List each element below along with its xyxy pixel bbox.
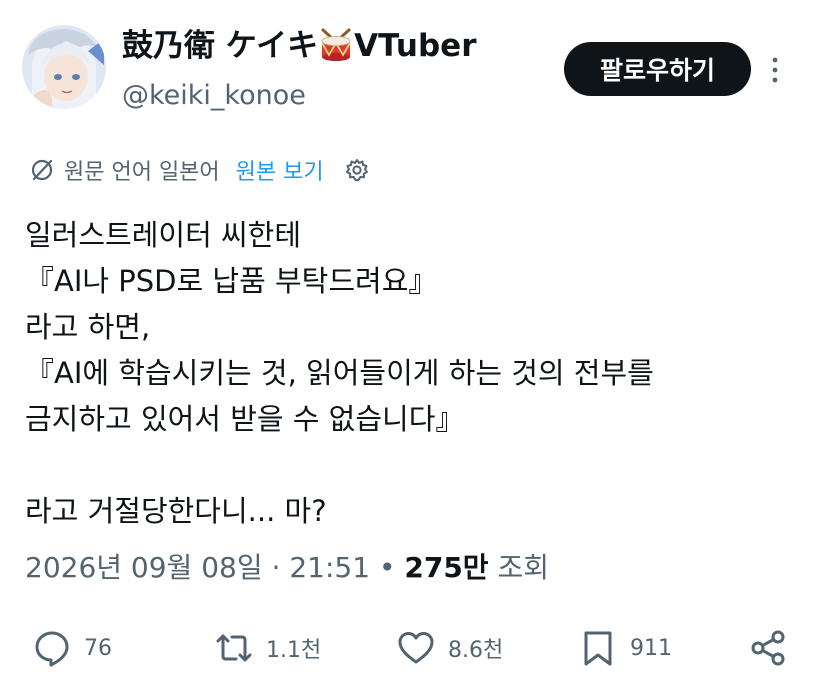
share-button[interactable] — [748, 620, 788, 676]
retweet-icon — [216, 634, 252, 662]
tweet-date[interactable]: 2026년 09월 08일 — [25, 551, 263, 584]
bookmark-icon — [584, 631, 612, 666]
follow-button[interactable]: 팔로우하기 — [564, 42, 751, 96]
display-name-text: 鼓乃衛 ケイキ — [122, 28, 319, 64]
translate-icon — [31, 159, 53, 181]
reply-count: 76 — [84, 635, 112, 661]
like-button[interactable]: 8.6천 — [396, 620, 503, 676]
action-bar: 76 1.1천 8.6천 911 — [0, 620, 816, 676]
bookmark-button[interactable]: 911 — [578, 620, 672, 676]
tweet-line: 금지하고 있어서 받을 수 없습니다』 — [25, 402, 465, 436]
meta-separator: · — [271, 551, 281, 584]
tweet-line: 라고 하면, — [25, 310, 151, 344]
avatar[interactable] — [22, 25, 106, 109]
bookmark-count: 911 — [630, 635, 672, 661]
translation-text: 원문 언어 일본어 — [64, 160, 220, 185]
author-info[interactable]: 鼓乃衛 ケイキ VTuber @keiki_konoe — [122, 24, 476, 116]
drum-emoji — [319, 27, 353, 61]
tweet-text: 일러스트레이터 씨한테 『AI나 PSD로 납품 부탁드려요』 라고 하면, 『… — [25, 212, 795, 534]
reply-icon — [35, 631, 69, 667]
like-icon — [398, 632, 434, 664]
meta-dot: • — [378, 551, 396, 584]
like-count: 8.6천 — [448, 638, 504, 663]
display-name[interactable]: 鼓乃衛 ケイキ VTuber — [122, 24, 476, 68]
tweet-line: 일러스트레이터 씨한테 — [25, 218, 302, 252]
tweet-line: 『AI나 PSD로 납품 부탁드려요』 — [25, 264, 438, 298]
handle[interactable]: @keiki_konoe — [122, 76, 476, 116]
gear-icon[interactable] — [344, 157, 370, 183]
tweet-line: 라고 거절당한다니... 마? — [25, 494, 327, 528]
translation-row: 원문 언어 일본어 원본 보기 — [29, 152, 370, 188]
tweet-meta: 2026년 09월 08일 · 21:51 • 275만 조회 — [25, 546, 549, 590]
retweet-count: 1.1천 — [266, 638, 322, 663]
tweet-time[interactable]: 21:51 — [289, 551, 370, 584]
share-icon — [751, 630, 785, 666]
views-count[interactable]: 275만 — [404, 551, 488, 584]
reply-button[interactable]: 76 — [32, 620, 112, 676]
show-original-link[interactable]: 원본 보기 — [236, 154, 324, 186]
more-vertical-icon[interactable] — [768, 55, 782, 85]
tweet-line: 『AI에 학습시키는 것, 읽어들이게 하는 것의 전부를 — [25, 356, 654, 390]
retweet-button[interactable]: 1.1천 — [214, 620, 321, 676]
display-name-suffix: VTuber — [354, 28, 477, 64]
views-label: 조회 — [497, 551, 550, 584]
